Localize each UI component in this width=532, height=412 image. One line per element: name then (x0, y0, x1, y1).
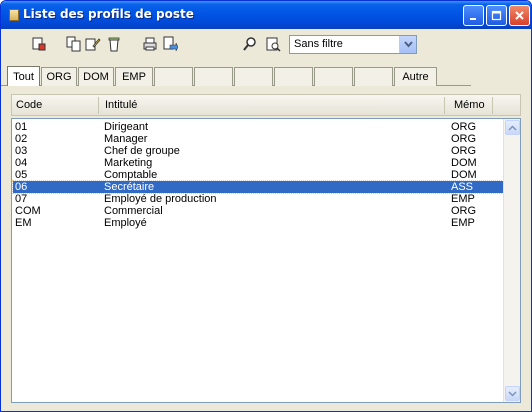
profiles-list[interactable]: 01 Dirigeant ORG 02 Manager ORG 03 Chef … (11, 118, 521, 403)
maximize-icon (491, 10, 502, 21)
row-memo: ASS (451, 181, 474, 193)
tab-empty-1[interactable] (154, 67, 193, 86)
row-label: Secrétaire (104, 181, 155, 193)
search-button[interactable] (241, 35, 259, 53)
row-code: COM (15, 205, 41, 217)
profiles-window: Liste des profils de poste Sans filtre T… (0, 0, 532, 412)
tab-autre[interactable]: Autre (394, 67, 437, 86)
filter-icon (266, 37, 281, 52)
row-memo: ORG (451, 133, 477, 145)
export-icon (163, 36, 178, 52)
column-header-memo[interactable]: Mémo (454, 99, 485, 111)
tab-dom[interactable]: DOM (78, 67, 114, 86)
toolbar: Sans filtre (1, 29, 531, 57)
profiles-list-panel: Code Intitulé Mémo 01 Dirigeant ORG 02 M… (11, 94, 521, 403)
row-code: 01 (15, 121, 28, 133)
chevron-up-icon (508, 124, 517, 131)
vertical-scrollbar[interactable] (503, 119, 520, 402)
row-memo: ORG (451, 145, 477, 157)
minimize-button[interactable] (463, 5, 484, 26)
row-label: Manager (104, 133, 148, 145)
row-memo: DOM (451, 169, 477, 181)
tab-empty-5[interactable] (314, 67, 353, 86)
delete-button[interactable] (105, 35, 123, 53)
chevron-down-icon (403, 41, 413, 48)
list-row[interactable]: COM Commercial ORG (13, 205, 503, 217)
column-header-code[interactable]: Code (16, 99, 42, 111)
row-code: 05 (15, 169, 28, 181)
filter-button[interactable] (264, 35, 282, 53)
delete-icon (108, 37, 120, 52)
tab-empty-2[interactable] (194, 67, 233, 86)
duplicate-button[interactable] (65, 35, 83, 53)
list-row[interactable]: EM Employé EMP (13, 217, 503, 229)
tab-empty-4[interactable] (274, 67, 313, 86)
title-bar[interactable]: Liste des profils de poste (1, 1, 531, 29)
list-row[interactable]: 05 Comptable DOM (13, 169, 503, 181)
row-code: 04 (15, 157, 28, 169)
row-memo: ORG (451, 121, 477, 133)
scroll-down-button[interactable] (505, 386, 520, 401)
row-label: Chef de groupe (104, 145, 180, 157)
column-divider[interactable] (492, 97, 493, 114)
print-icon (143, 37, 157, 51)
row-code: EM (15, 217, 32, 229)
column-header-label[interactable]: Intitulé (105, 99, 137, 111)
row-memo: EMP (451, 217, 475, 229)
row-label: Commercial (104, 205, 163, 217)
row-code: 03 (15, 145, 28, 157)
row-code: 07 (15, 193, 28, 205)
row-label: Employé (104, 217, 147, 229)
chevron-down-icon (508, 390, 517, 397)
filter-dropdown-button[interactable] (399, 36, 416, 53)
row-code: 02 (15, 133, 28, 145)
close-icon (515, 11, 524, 20)
list-row[interactable]: 07 Employé de production EMP (13, 193, 503, 205)
list-row[interactable]: 04 Marketing DOM (13, 157, 503, 169)
tab-empty-6[interactable] (354, 67, 393, 86)
row-label: Dirigeant (104, 121, 149, 133)
list-row[interactable]: 02 Manager ORG (13, 133, 503, 145)
tab-org[interactable]: ORG (41, 67, 77, 86)
window-title: Liste des profils de poste (23, 7, 194, 21)
tab-emp[interactable]: EMP (115, 67, 153, 86)
search-icon (243, 37, 256, 51)
row-memo: DOM (451, 157, 477, 169)
new-profile-icon (32, 37, 46, 51)
list-header: Code Intitulé Mémo (11, 94, 521, 116)
edit-button[interactable] (84, 35, 102, 53)
column-divider[interactable] (444, 97, 445, 114)
row-memo: EMP (451, 193, 475, 205)
close-button[interactable] (509, 5, 530, 26)
filter-tabs: Tout ORG DOM EMP Autre (1, 66, 531, 86)
duplicate-icon (66, 36, 81, 52)
tab-tout[interactable]: Tout (7, 66, 40, 86)
list-row[interactable]: 03 Chef de groupe ORG (13, 145, 503, 157)
window-icon (9, 9, 19, 21)
maximize-button[interactable] (486, 5, 507, 26)
filter-select[interactable]: Sans filtre (289, 35, 417, 54)
tab-empty-3[interactable] (234, 67, 273, 86)
export-button[interactable] (161, 35, 179, 53)
minimize-icon (470, 18, 476, 20)
row-label: Comptable (104, 169, 158, 181)
row-label: Marketing (104, 157, 153, 169)
column-divider[interactable] (98, 97, 99, 114)
list-row[interactable]: 01 Dirigeant ORG (13, 121, 503, 133)
filter-value: Sans filtre (294, 38, 343, 50)
new-profile-button[interactable] (30, 35, 48, 53)
list-row-selected[interactable]: 06 Secrétaire ASS (12, 180, 504, 194)
edit-icon (85, 38, 101, 51)
row-code: 06 (15, 181, 28, 193)
row-memo: ORG (451, 205, 477, 217)
print-button[interactable] (141, 35, 159, 53)
row-label: Employé de production (104, 193, 217, 205)
scroll-up-button[interactable] (505, 120, 520, 135)
